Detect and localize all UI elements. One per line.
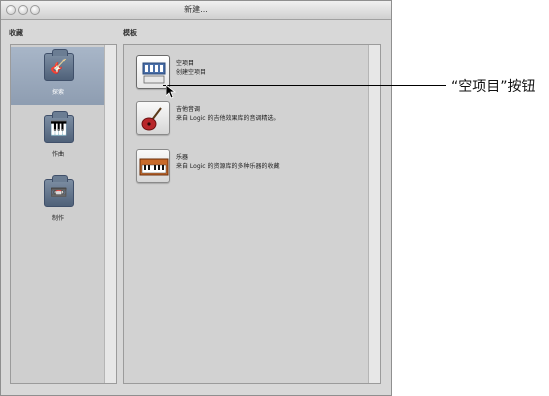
titlebar: 新建... [1, 1, 391, 20]
template-guitar-tones[interactable]: 吉他音调 来自 Logic 的吉他效果库的音调精选。 [136, 101, 366, 141]
templates-panel: 空项目 创建空项目 吉他音调 来自 Logic 的吉他效果库的音调精选。 乐器 … [123, 44, 381, 384]
folder-icon: 🎹 [44, 111, 74, 143]
piano-icon: 🎹 [50, 121, 68, 137]
favorites-section-label: 收藏 [9, 29, 23, 37]
template-name: 吉他音调 [176, 106, 201, 113]
template-name: 空项目 [176, 60, 195, 67]
template-name: 乐器 [176, 154, 189, 161]
sidebar-item-label: 制作 [51, 215, 64, 222]
template-description: 来自 Logic 的资源库的多种乐器的收藏 [176, 163, 280, 170]
guitar-icon [141, 107, 162, 131]
guitar-icon: 🎸 [50, 59, 68, 75]
callout-line [163, 85, 393, 86]
template-instruments[interactable]: 乐器 来自 Logic 的资源库的多种乐器的收藏 [136, 149, 366, 189]
keyboard-icon [139, 158, 169, 176]
tape-recorder-icon: 📼 [50, 185, 68, 201]
empty-project-button[interactable] [136, 55, 170, 89]
favorites-sidebar: 🎸 探索 🎹 作曲 📼 制作 [10, 44, 117, 384]
callout-label: “空项目”按钮 [451, 79, 536, 95]
guitar-tones-button[interactable] [136, 101, 170, 135]
template-description: 来自 Logic 的吉他效果库的音调精选。 [176, 115, 280, 122]
callout-line-extension [392, 85, 446, 86]
templates-scrollbar[interactable] [368, 45, 380, 383]
folder-icon: 🎸 [44, 49, 74, 81]
new-project-window: 新建... 收藏 模板 🎸 探索 🎹 作曲 📼 制作 空项目 创建空项目 吉他音… [0, 0, 392, 396]
sidebar-item-label: 作曲 [51, 151, 64, 158]
folder-icon: 📼 [44, 175, 74, 207]
template-description: 创建空项目 [176, 69, 207, 76]
sidebar-scrollbar[interactable] [104, 45, 116, 383]
instruments-button[interactable] [136, 149, 170, 183]
sidebar-item-produce[interactable]: 📼 制作 [11, 173, 105, 231]
sidebar-item-label: 探索 [51, 89, 64, 96]
templates-section-label: 模板 [123, 29, 137, 37]
sidebar-item-explore[interactable]: 🎸 探索 [11, 47, 105, 105]
sidebar-item-compose[interactable]: 🎹 作曲 [11, 109, 105, 167]
window-title: 新建... [184, 5, 208, 14]
